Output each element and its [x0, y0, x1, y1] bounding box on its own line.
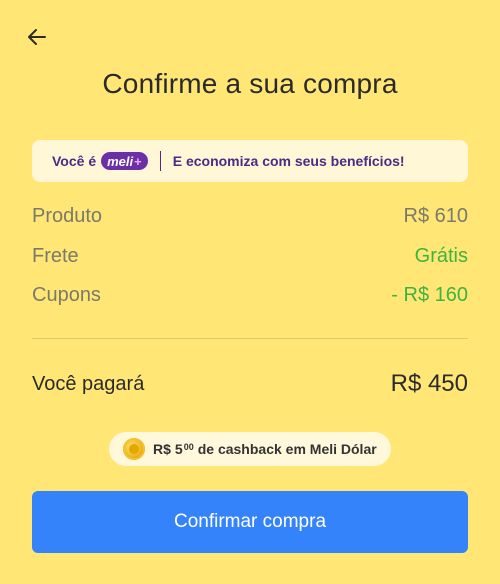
banner-prefix: Você é — [52, 153, 97, 169]
meli-plus-logo: meli + — [101, 152, 148, 170]
summary-label: Frete — [32, 244, 79, 267]
summary-label: Produto — [32, 205, 103, 228]
price-summary: Produto R$ 610 Frete Grátis Cupons - R$ … — [32, 197, 468, 316]
total-label: Você pagará — [32, 372, 145, 395]
banner-divider — [159, 151, 161, 171]
summary-row-produto: Produto R$ 610 — [32, 197, 468, 237]
summary-row-cupons: Cupons - R$ 160 — [32, 276, 468, 316]
summary-value: Grátis — [414, 244, 468, 267]
banner-message: E economiza com seus benefícios! — [172, 153, 405, 169]
cashback-currency: R$ — [153, 441, 171, 457]
summary-value: R$ 610 — [403, 205, 469, 228]
total-row: Você pagará R$ 450 — [32, 370, 468, 398]
page-title: Confirme a sua compra — [102, 68, 398, 99]
meli-plus-logo-text: meli — [107, 153, 134, 169]
total-amount: R$ 450 — [390, 370, 468, 397]
coin-icon — [123, 438, 145, 460]
meli-plus-logo-plus: + — [134, 153, 142, 169]
summary-value: - R$ 160 — [391, 284, 468, 307]
confirm-purchase-button[interactable]: Confirmar compra — [32, 491, 468, 553]
back-button[interactable] — [22, 22, 52, 52]
arrow-left-icon — [28, 29, 46, 45]
cashback-integer: 5 — [174, 441, 183, 457]
cashback-text: de cashback em Meli Dólar — [197, 441, 377, 457]
summary-label: Cupons — [32, 284, 101, 307]
meli-plus-banner: Você é meli + E economiza com seus benefí… — [32, 140, 468, 182]
divider — [32, 338, 468, 339]
cashback-badge: R$ 5 00 de cashback em Meli Dólar — [109, 432, 391, 466]
cashback-cents: 00 — [183, 442, 194, 452]
summary-row-frete: Frete Grátis — [32, 237, 468, 277]
